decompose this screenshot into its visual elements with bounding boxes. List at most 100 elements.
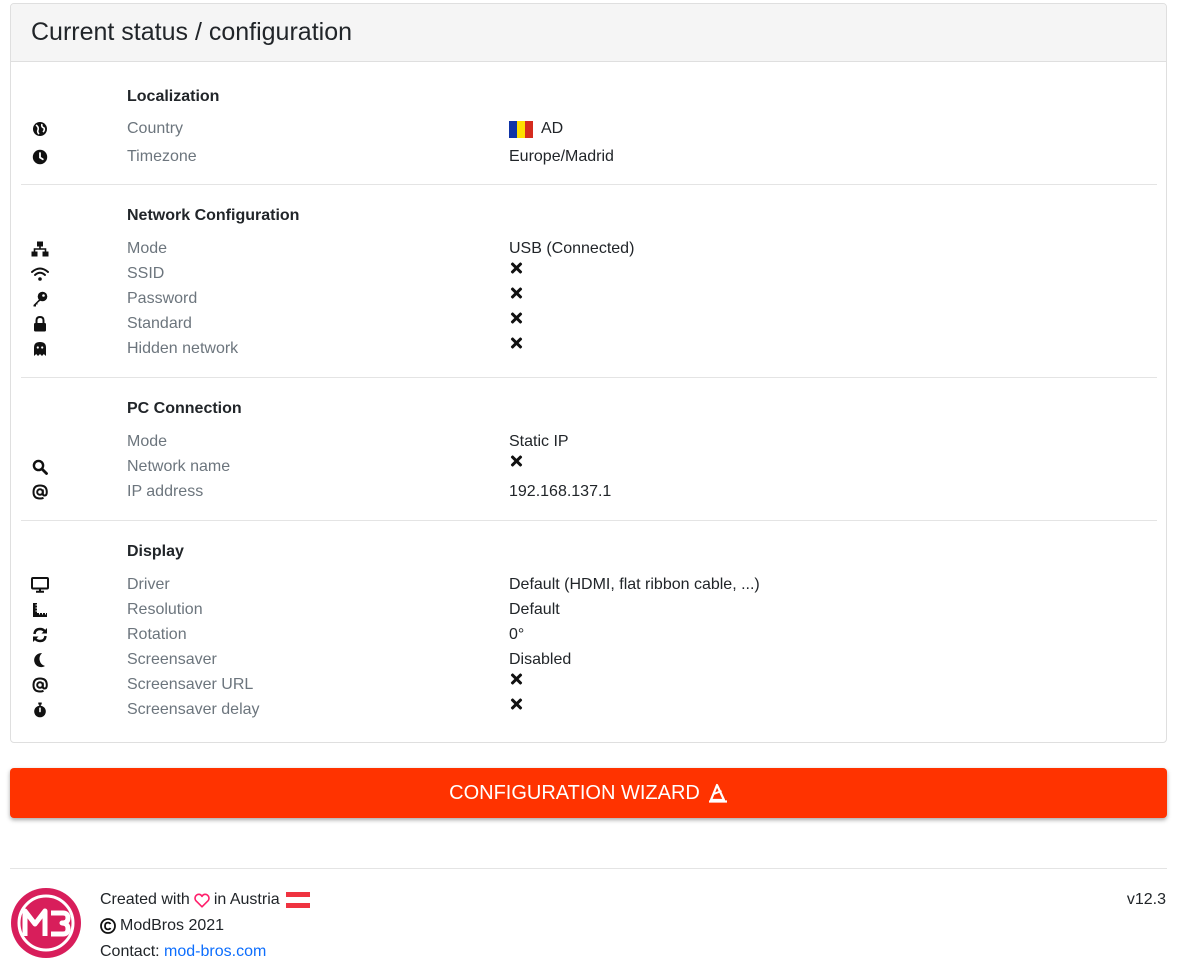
row-ssid: SSID [11, 262, 1166, 286]
row-password: Password [11, 287, 1166, 311]
row-ip-address: IP address 192.168.137.1 [11, 480, 1166, 504]
at-icon [31, 676, 49, 694]
not-set-icon [510, 287, 522, 299]
row-label: Resolution [127, 601, 203, 618]
wizard-button-label: CONFIGURATION WIZARD [449, 781, 700, 804]
row-value [509, 455, 522, 467]
moon-icon [31, 651, 49, 669]
not-set-icon [510, 312, 522, 324]
section-title-network: Network Configuration [127, 207, 300, 224]
row-network-mode: Mode USB (Connected) [11, 237, 1166, 261]
row-label: Hidden network [127, 340, 239, 357]
row-rotation: Rotation 0° [11, 623, 1166, 647]
row-network-name: Network name [11, 455, 1166, 479]
clock-icon [31, 148, 49, 166]
section-divider [21, 377, 1157, 378]
wifi-icon [31, 265, 49, 283]
row-label: Driver [127, 576, 170, 593]
row-label: Rotation [127, 626, 187, 643]
row-value [509, 287, 522, 299]
section-divider [21, 184, 1157, 185]
row-label: Country [127, 120, 184, 137]
row-label: SSID [127, 265, 165, 282]
search-icon [31, 458, 49, 476]
row-label: Standard [127, 315, 192, 332]
copyright-text: ModBros 2021 [120, 917, 225, 934]
footer-contact-line: Contact: mod-bros.com [100, 939, 310, 960]
monitor-icon [31, 576, 49, 594]
row-label: Network name [127, 458, 231, 475]
not-set-icon [510, 698, 522, 710]
austria-flag-icon [285, 892, 310, 908]
at-icon [31, 483, 49, 501]
row-value: Europe/Madrid [509, 148, 614, 165]
row-timezone: Timezone Europe/Madrid [11, 145, 1166, 169]
row-value: Disabled [509, 651, 572, 668]
stopwatch-icon [31, 701, 49, 719]
row-value [509, 262, 522, 274]
row-label: IP address [127, 483, 204, 500]
not-set-icon [510, 455, 522, 467]
row-value [509, 337, 522, 349]
row-driver: Driver Default (HDMI, flat ribbon cable,… [11, 573, 1166, 597]
row-value: Static IP [509, 433, 569, 450]
footer-divider [10, 868, 1167, 869]
row-screensaver: Screensaver Disabled [11, 648, 1166, 672]
lock-icon [31, 315, 49, 333]
row-value: USB (Connected) [509, 240, 635, 257]
globe-icon [31, 120, 49, 138]
row-value: 192.168.137.1 [509, 483, 612, 500]
key-icon [31, 290, 49, 308]
ghost-icon [31, 340, 49, 358]
status-card: Current status / configuration Localizat… [10, 3, 1167, 743]
row-value: Default (HDMI, flat ribbon cable, ...) [509, 576, 760, 593]
row-label: Screensaver [127, 651, 217, 668]
row-value: AD [509, 117, 563, 141]
created-suffix: in Austria [213, 891, 280, 908]
modbros-logo [9, 886, 83, 960]
row-standard: Standard [11, 312, 1166, 336]
row-label: Screensaver delay [127, 701, 260, 718]
rotate-icon [31, 626, 49, 644]
footer-copyright-line: ModBros 2021 [100, 913, 310, 939]
network-icon [31, 240, 49, 258]
not-set-icon [510, 262, 522, 274]
contact-label: Contact: [100, 943, 160, 960]
version-label: v12.3 [1126, 891, 1166, 908]
row-label: Screensaver URL [127, 676, 254, 693]
heart-icon [194, 892, 210, 908]
row-screensaver-url: Screensaver URL [11, 673, 1166, 697]
andorra-flag-icon [509, 120, 533, 138]
country-code: AD [541, 120, 564, 137]
footer-created-line: Created with in Austria [100, 887, 310, 913]
not-set-icon [510, 337, 522, 349]
card-title: Current status / configuration [31, 18, 352, 46]
section-title-display: Display [127, 543, 184, 560]
row-value [509, 698, 522, 710]
row-hidden-network: Hidden network [11, 337, 1166, 361]
section-divider [21, 520, 1157, 521]
row-value: 0° [509, 626, 525, 643]
row-resolution: Resolution Default [11, 598, 1166, 622]
copyright-icon [100, 918, 116, 934]
created-prefix: Created with [100, 891, 190, 908]
not-set-icon [510, 673, 522, 685]
row-label: Timezone [127, 148, 197, 165]
row-label: Mode [127, 433, 168, 450]
row-pc-mode: Mode Static IP [11, 430, 1166, 454]
row-value [509, 312, 522, 324]
footer-credits: Created with in Austria ModBros 2021 Con… [100, 887, 310, 960]
contact-link[interactable]: mod-bros.com [164, 939, 266, 960]
wizard-hat-icon [708, 783, 728, 803]
row-label: Mode [127, 240, 168, 257]
row-country: Country AD [11, 117, 1166, 141]
row-value [509, 673, 522, 685]
configuration-wizard-button[interactable]: CONFIGURATION WIZARD [10, 768, 1167, 818]
section-title-pc-connection: PC Connection [127, 400, 242, 417]
row-screensaver-delay: Screensaver delay [11, 698, 1166, 722]
row-value: Default [509, 601, 560, 618]
section-title-localization: Localization [127, 88, 220, 105]
row-label: Password [127, 290, 198, 307]
card-header: Current status / configuration [11, 4, 1166, 62]
ruler-icon [31, 601, 49, 619]
